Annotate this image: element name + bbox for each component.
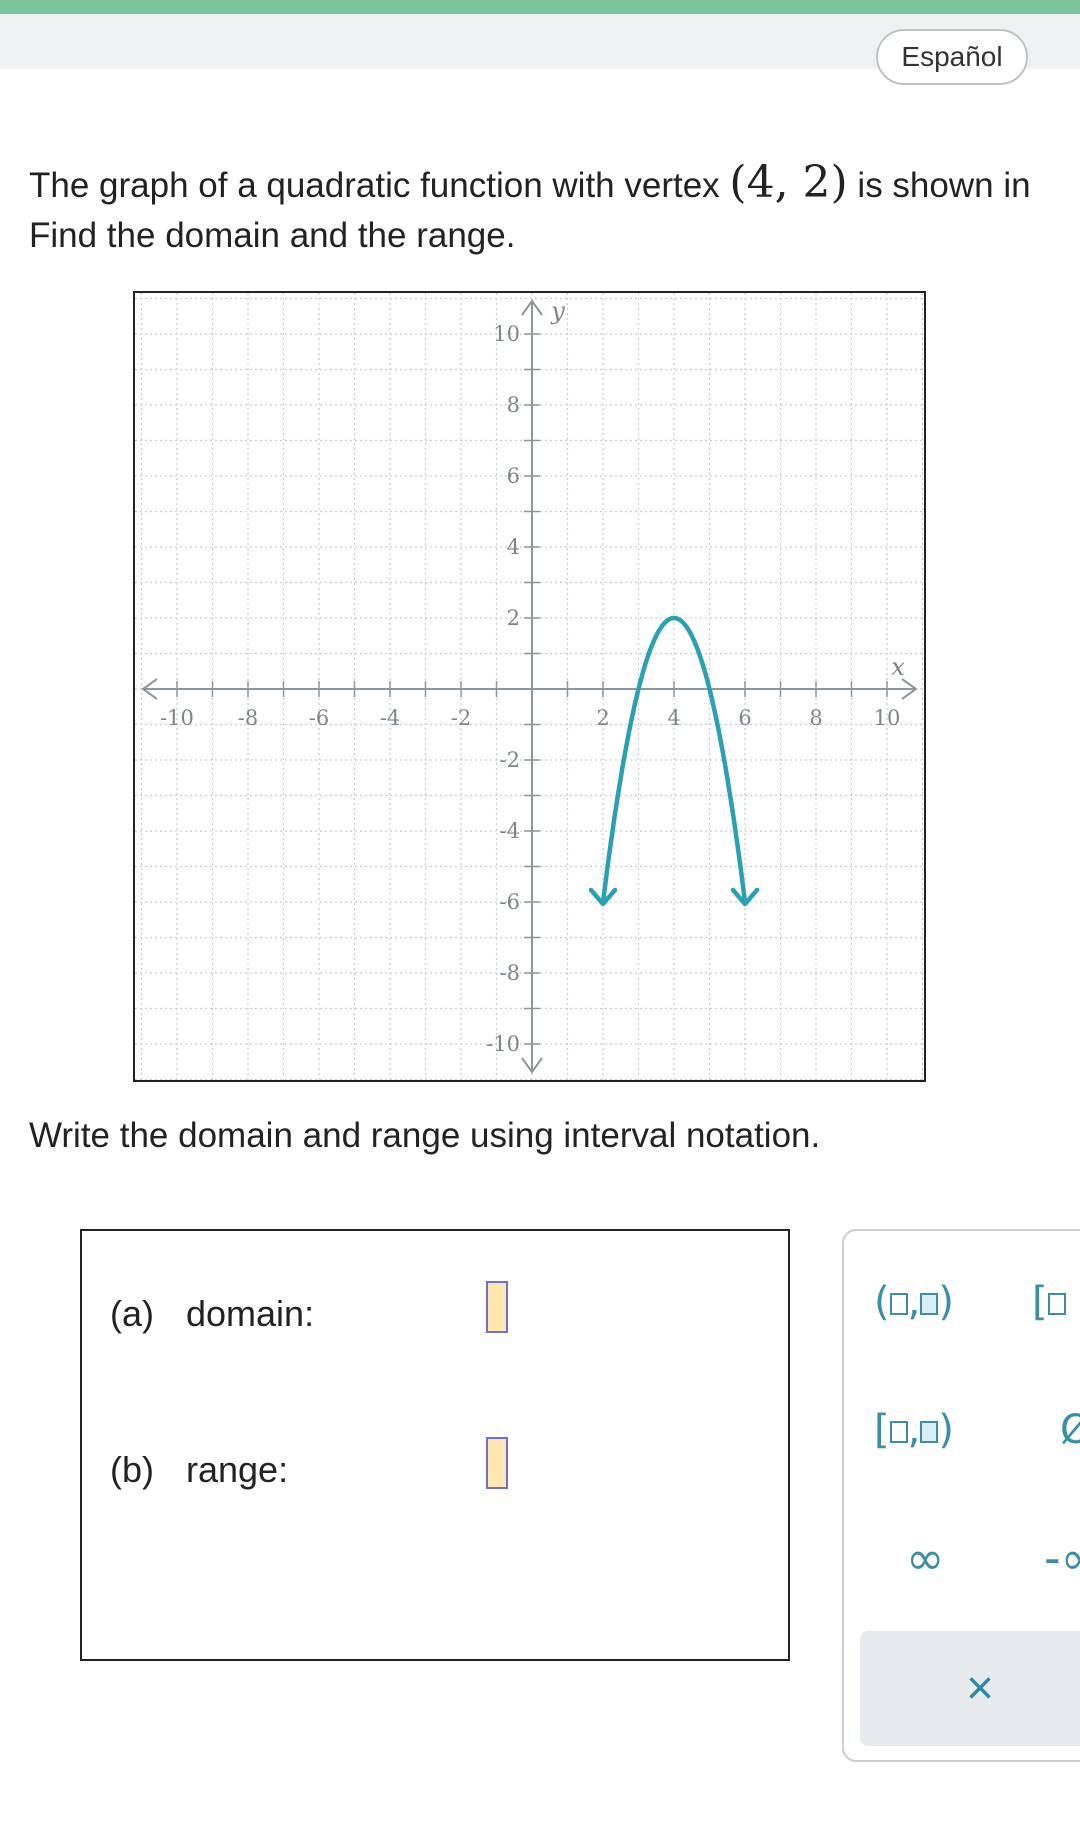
question-suffix: is shown in (847, 166, 1031, 205)
domain-label: domain: (186, 1293, 315, 1334)
part-a-letter: (a) (110, 1293, 154, 1334)
x-axis-label: x (891, 653, 905, 681)
y-tick-label: 4 (507, 535, 520, 559)
clear-button[interactable]: × (860, 1631, 1080, 1746)
y-axis-label: y (550, 297, 565, 325)
infinity-button[interactable]: ∞ (906, 1531, 944, 1585)
language-toggle-button[interactable]: Español (876, 29, 1028, 85)
x-tick-label: 2 (596, 706, 609, 730)
vertex-math: (4, 2) (729, 157, 848, 208)
close-icon: × (965, 1662, 995, 1715)
x-tick-label: -10 (160, 706, 194, 730)
question-prompt: The graph of a quadratic function with v… (29, 158, 1031, 261)
x-tick-label: -2 (451, 706, 471, 730)
y-tick-label: 10 (493, 322, 520, 346)
y-tick-label: -6 (500, 890, 520, 914)
x-tick-label: 8 (809, 706, 822, 730)
y-tick-label: -8 (500, 961, 520, 985)
closed-open-interval-button[interactable]: [,) (874, 1407, 954, 1453)
negative-infinity-button[interactable]: -∞ (1044, 1531, 1080, 1585)
domain-row: (a) domain: (110, 1293, 314, 1335)
empty-set-button[interactable]: Ø (1060, 1407, 1080, 1453)
x-tick-label: -8 (238, 706, 258, 730)
x-tick-label: 10 (874, 706, 901, 730)
quadratic-graph: -10 -8 -6 -4 -2 2 4 6 8 10 10 8 6 4 2 -2 -4 -6 -8 -10 x y (133, 291, 926, 1082)
question-text: The graph of a quadratic function with v… (29, 166, 730, 205)
y-tick-label: -2 (500, 748, 520, 772)
open-open-interval-button[interactable]: (,) (874, 1279, 954, 1325)
range-input[interactable] (486, 1437, 508, 1489)
x-tick-label: -6 (309, 706, 329, 730)
part-b-letter: (b) (110, 1449, 154, 1490)
range-row: (b) range: (110, 1449, 288, 1491)
domain-input[interactable] (486, 1281, 508, 1333)
range-label: range: (186, 1449, 289, 1490)
instruction-text: Write the domain and range using interva… (29, 1116, 821, 1155)
x-tick-label: -4 (380, 706, 400, 730)
math-palette: (,) [ [,) Ø ∞ -∞ × (842, 1229, 1080, 1762)
graph-svg: -10 -8 -6 -4 -2 2 4 6 8 10 10 8 6 4 2 -2 -4 -6 -8 -10 x y (135, 293, 924, 1080)
top-progress-bar (0, 0, 1080, 14)
y-tick-label: 8 (507, 393, 520, 417)
question-line-2: Find the domain and the range. (29, 216, 516, 255)
y-tick-label: -4 (500, 819, 520, 843)
y-tick-label: 6 (507, 464, 520, 488)
x-tick-label: 4 (667, 706, 680, 730)
answer-panel: (a) domain: (b) range: (80, 1229, 790, 1661)
y-tick-label: 2 (507, 606, 520, 630)
closed-open-interval-button-partial[interactable]: [ (1032, 1279, 1066, 1325)
y-tick-label: -10 (486, 1032, 520, 1056)
question-line-1: The graph of a quadratic function with v… (29, 158, 1031, 211)
x-tick-label: 6 (738, 706, 751, 730)
